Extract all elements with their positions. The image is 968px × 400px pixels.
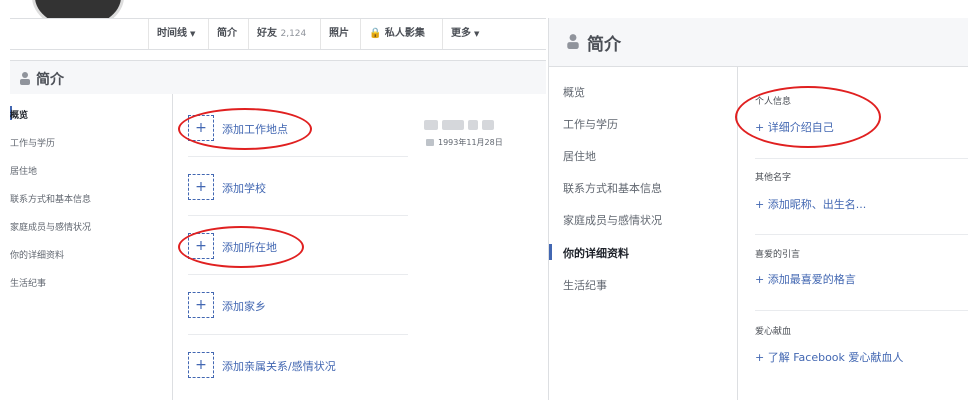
sidebar-item-places[interactable]: 居住地 [563, 148, 596, 164]
sidebar-item-details[interactable]: 你的详细资料 [10, 248, 64, 261]
tab-private-albums[interactable]: 🔒 私人影集 [360, 19, 433, 49]
divider [755, 310, 968, 311]
divider [188, 334, 408, 335]
section-heading-blood-donation: 爱心献血 [755, 327, 792, 337]
avatar-caption [61, 11, 63, 17]
sidebar-item-details[interactable]: 你的详细资料 [563, 245, 629, 261]
blurred-name [424, 115, 516, 130]
sidebar-item-life-events[interactable]: 生活纪事 [563, 277, 607, 293]
birthday-info: 1993年11月28日 [426, 137, 503, 148]
annotation-circle [735, 86, 881, 148]
section-heading-other-names: 其他名字 [755, 173, 792, 183]
divider [188, 215, 408, 216]
section-header: 简介 [10, 60, 546, 96]
sidebar-item-family[interactable]: 家庭成员与感情状况 [10, 220, 91, 233]
section-title: 简介 [587, 35, 621, 55]
divider [755, 158, 968, 159]
add-quote-link[interactable]: + 添加最喜爱的格言 [755, 271, 856, 287]
tab-about[interactable]: 简介 [208, 19, 245, 49]
cake-icon [426, 139, 434, 146]
chevron-down-icon: ▼ [190, 30, 196, 38]
plus-icon: + [188, 292, 214, 318]
blood-donor-link[interactable]: + 了解 Facebook 爱心献血人 [755, 349, 903, 365]
tab-timeline[interactable]: 时间线 ▼ [148, 19, 203, 49]
right-screenshot-panel: 简介 概览 工作与学历 居住地 联系方式和基本信息 家庭成员与感情状况 你的详细… [548, 18, 968, 400]
sidebar-item-life-events[interactable]: 生活纪事 [10, 276, 46, 289]
plus-icon: + [188, 174, 214, 200]
sidebar-item-work-education[interactable]: 工作与学历 [563, 116, 618, 132]
sidebar-item-work-education[interactable]: 工作与学历 [10, 136, 55, 149]
left-screenshot-panel: 时间线 ▼ 简介 好友 2,124 照片 🔒 私人影集 更多 ▼ 简介 概览 工作与… [0, 0, 546, 400]
add-nickname-link[interactable]: + 添加昵称、出生名... [755, 196, 866, 212]
sidebar-item-places[interactable]: 居住地 [10, 164, 37, 177]
divider [755, 234, 968, 235]
annotation-circle [178, 226, 304, 268]
tab-more[interactable]: 更多 ▼ [442, 19, 487, 49]
chevron-down-icon: ▼ [474, 30, 480, 38]
divider [172, 94, 173, 400]
annotation-circle [178, 108, 312, 150]
person-icon [567, 34, 579, 49]
sidebar-item-family[interactable]: 家庭成员与感情状况 [563, 212, 662, 228]
plus-icon: + [188, 352, 214, 378]
section-header: 简介 [549, 18, 968, 67]
divider [188, 156, 408, 157]
birthday-text: 1993年11月28日 [438, 138, 503, 147]
sidebar-item-contact[interactable]: 联系方式和基本信息 [563, 180, 662, 196]
tab-friends[interactable]: 好友 2,124 [248, 19, 314, 49]
sidebar-item-overview[interactable]: 概览 [563, 84, 585, 100]
add-relationship-link[interactable]: 添加亲属关系/感情状况 [222, 358, 336, 374]
add-school-link[interactable]: 添加学校 [222, 180, 266, 196]
section-title: 简介 [36, 72, 64, 88]
active-indicator [549, 244, 552, 260]
divider [188, 274, 408, 275]
sidebar-item-contact[interactable]: 联系方式和基本信息 [10, 192, 91, 205]
add-hometown-link[interactable]: 添加家乡 [222, 298, 266, 314]
section-heading-favorite-quotes: 喜爱的引言 [755, 250, 801, 260]
person-icon [20, 72, 30, 85]
friends-count: 2,124 [280, 29, 307, 39]
profile-nav-bar: 时间线 ▼ 简介 好友 2,124 照片 🔒 私人影集 更多 ▼ [10, 18, 546, 50]
tab-photos[interactable]: 照片 [320, 19, 357, 49]
sidebar-item-overview[interactable]: 概览 [10, 108, 28, 121]
